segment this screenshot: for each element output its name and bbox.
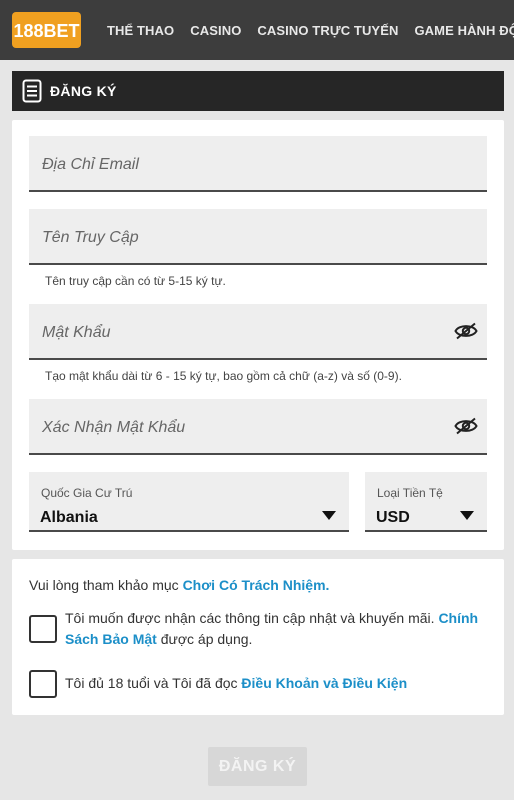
consent-panel: Vui lòng tham khảo mục Chơi Có Trách Nhi… — [12, 559, 504, 715]
password-placeholder: Mật Khẩu — [42, 324, 111, 341]
promo-consent-text: Tôi muốn được nhận các thông tin cập nhậ… — [65, 608, 485, 650]
email-field[interactable]: Địa Chỉ Email — [29, 136, 487, 192]
confirm-password-placeholder: Xác Nhận Mật Khẩu — [42, 419, 186, 436]
terms-link[interactable]: Điều Khoản và Điều Kiện — [241, 675, 407, 691]
currency-label: Loại Tiền Tệ — [377, 486, 443, 500]
currency-select[interactable]: Loại Tiền Tệ USD — [365, 472, 487, 532]
nav-item-live-casino[interactable]: CASINO TRỰC TUYẾN — [249, 23, 406, 38]
age-consent-text: Tôi đủ 18 tuổi và Tôi đã đọc Điều Khoản … — [65, 673, 485, 694]
brand-logo[interactable]: 188BET — [12, 12, 81, 48]
caret-down-icon — [322, 507, 336, 520]
svg-text:188BET: 188BET — [13, 21, 79, 41]
password-hint: Tạo mật khẩu dài từ 6 - 15 ký tự, bao gồ… — [45, 369, 402, 383]
country-value: Albania — [40, 509, 98, 526]
caret-down-icon — [460, 507, 474, 520]
username-hint: Tên truy cập cần có từ 5-15 ký tự. — [45, 274, 226, 288]
username-field[interactable]: Tên Truy Cập — [29, 209, 487, 265]
promo-checkbox[interactable] — [29, 615, 57, 643]
age-text: Tôi đủ 18 tuổi và Tôi đã đọc — [65, 675, 242, 691]
nav-item-casino[interactable]: CASINO — [182, 23, 249, 38]
confirm-password-field[interactable]: Xác Nhận Mật Khẩu — [29, 399, 487, 455]
document-icon — [22, 79, 42, 103]
country-label: Quốc Gia Cư Trú — [41, 486, 133, 500]
email-placeholder: Địa Chỉ Email — [42, 156, 139, 173]
registration-form: Địa Chỉ Email Tên Truy Cập Tên truy cập … — [12, 120, 504, 550]
username-placeholder: Tên Truy Cập — [42, 229, 139, 246]
page-title: ĐĂNG KÝ — [50, 83, 117, 99]
age-checkbox[interactable] — [29, 670, 57, 698]
privacy-policy-link-cont[interactable]: Sách Bảo Mật — [65, 631, 157, 647]
main-nav: THỂ THAO CASINO CASINO TRỰC TUYẾN GAME H… — [99, 0, 514, 60]
responsible-gaming-link[interactable]: Chơi Có Trách Nhiệm. — [183, 577, 330, 593]
nav-item-sports[interactable]: THỂ THAO — [99, 23, 182, 38]
responsible-gaming-notice: Vui lòng tham khảo mục Chơi Có Trách Nhi… — [29, 577, 329, 593]
password-field[interactable]: Mật Khẩu — [29, 304, 487, 360]
country-select[interactable]: Quốc Gia Cư Trú Albania — [29, 472, 349, 532]
privacy-policy-link[interactable]: Chính — [438, 610, 478, 626]
top-navigation-bar: 188BET THỂ THAO CASINO CASINO TRỰC TUYẾN… — [0, 0, 514, 60]
currency-value: USD — [376, 509, 410, 526]
eye-slash-icon[interactable] — [454, 416, 478, 436]
promo-text: Tôi muốn được nhận các thông tin cập nhậ… — [65, 610, 439, 626]
notice-text: Vui lòng tham khảo mục — [29, 577, 183, 593]
registration-header: ĐĂNG KÝ — [12, 71, 504, 111]
eye-slash-icon[interactable] — [454, 321, 478, 341]
nav-item-action-games[interactable]: GAME HÀNH ĐỘNG — [406, 23, 514, 38]
promo-text-cont: được áp dụng. — [156, 631, 253, 647]
register-button[interactable]: ĐĂNG KÝ — [208, 747, 307, 786]
